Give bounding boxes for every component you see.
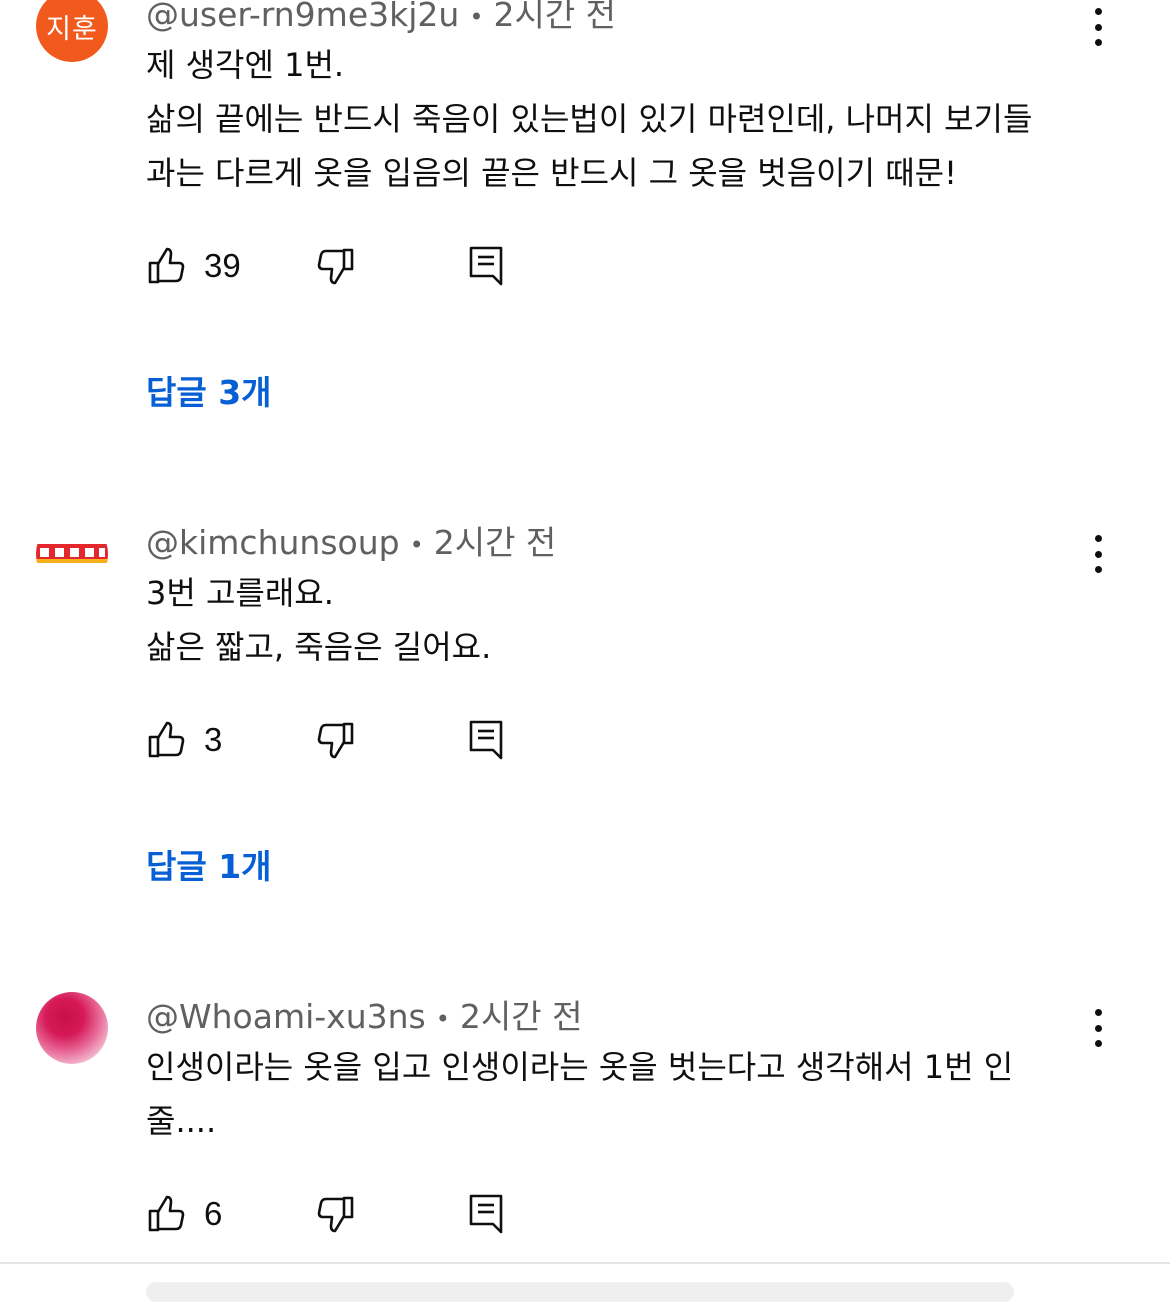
separator-dot: • (409, 530, 424, 559)
comment-text: 3번 고를래요. 삶은 짧고, 죽음은 길어요. (146, 566, 1086, 674)
comment-meta: @Whoami-xu3ns • 2시간 전 (146, 990, 582, 1038)
reply-icon (469, 720, 503, 760)
dislike-button[interactable] (316, 244, 356, 288)
dislike-button[interactable] (316, 1192, 356, 1236)
reply-button[interactable] (468, 1192, 504, 1236)
like-count: 6 (204, 1195, 223, 1232)
comment-time: 2시간 전 (493, 0, 617, 34)
like-button[interactable]: 3 (146, 718, 222, 762)
thumbs-down-icon (317, 722, 354, 759)
thumbs-down-icon (317, 1196, 354, 1233)
avatar[interactable] (36, 992, 108, 1064)
like-count: 3 (204, 721, 223, 758)
thumbs-up-icon (148, 1195, 185, 1232)
more-vert-icon (1094, 1009, 1102, 1016)
comment-text: 인생이라는 옷을 입고 인생이라는 옷을 벗는다고 생각해서 1번 인 줄...… (146, 1040, 1086, 1148)
comment-text: 제 생각엔 1번. 삶의 끝에는 반드시 죽음이 있는법이 있기 마련인데, 나… (146, 38, 1086, 200)
comment-username[interactable]: @user-rn9me3kj2u (146, 0, 459, 34)
thumbs-up-icon (148, 247, 185, 284)
thumbs-up-icon (148, 721, 185, 758)
separator-dot: • (435, 1004, 450, 1033)
comment-username[interactable]: @Whoami-xu3ns (146, 997, 426, 1036)
comment-input-bar[interactable] (146, 1282, 1014, 1302)
comment-line: 삶의 끝에는 반드시 죽음이 있는법이 있기 마련인데, 나머지 보기들 (146, 100, 1033, 138)
separator-dot: • (469, 2, 484, 31)
comment-meta: @kimchunsoup • 2시간 전 (146, 516, 556, 564)
avatar-initials: 지훈 (46, 13, 98, 45)
reply-icon (469, 1194, 503, 1234)
comment-line: 줄.... (146, 1102, 217, 1140)
comment-meta: @user-rn9me3kj2u • 2시간 전 (146, 0, 616, 36)
comment-line: 과는 다르게 옷을 입음의 끝은 반드시 그 옷을 벗음이기 때문! (146, 154, 957, 192)
avatar[interactable] (36, 518, 108, 590)
comment-time: 2시간 전 (459, 997, 583, 1036)
like-count: 39 (204, 247, 241, 284)
view-replies-link[interactable]: 답글 1개 (146, 840, 272, 888)
like-button[interactable]: 6 (146, 1192, 222, 1236)
comment-line: 삶은 짧고, 죽음은 길어요. (146, 628, 492, 666)
like-button[interactable]: 39 (146, 244, 241, 288)
comment-line: 3번 고를래요. (146, 574, 334, 612)
comment-line: 제 생각엔 1번. (146, 46, 345, 84)
reply-button[interactable] (468, 244, 504, 288)
comment-line: 인생이라는 옷을 입고 인생이라는 옷을 벗는다고 생각해서 1번 인 (146, 1048, 1014, 1086)
view-replies-link[interactable]: 답글 3개 (146, 366, 272, 414)
dislike-button[interactable] (316, 718, 356, 762)
comment-time: 2시간 전 (433, 523, 557, 562)
avatar[interactable]: 지훈 (36, 0, 108, 62)
comment-username[interactable]: @kimchunsoup (146, 523, 400, 562)
avatar-banner-image (36, 544, 108, 563)
divider (0, 1262, 1170, 1264)
thumbs-down-icon (317, 248, 354, 285)
more-vert-icon (1094, 8, 1102, 15)
reply-icon (469, 246, 503, 286)
more-vert-icon (1094, 535, 1102, 542)
reply-button[interactable] (468, 718, 504, 762)
